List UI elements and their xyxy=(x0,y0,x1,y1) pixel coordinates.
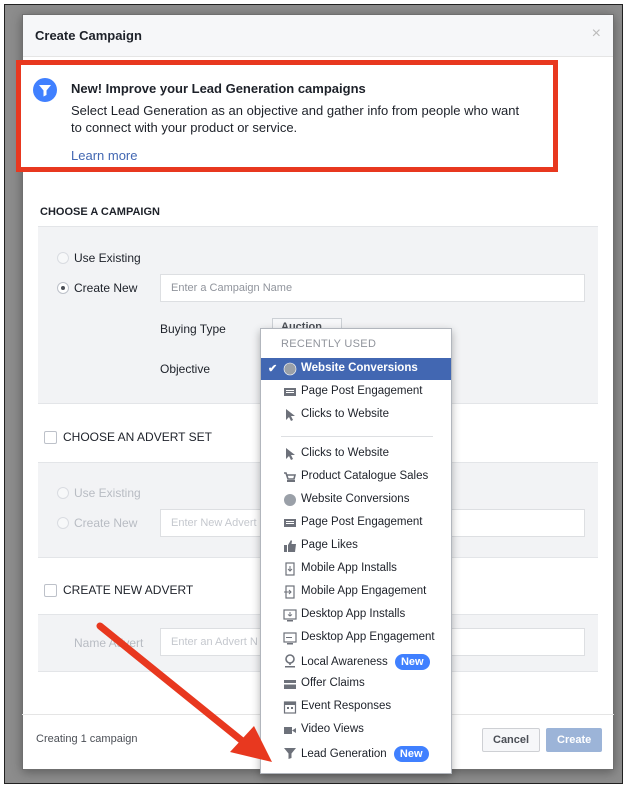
objective-option-product-catalogue-sales[interactable]: Product Catalogue Sales xyxy=(261,466,451,488)
option-label: Website Conversions xyxy=(301,362,418,374)
objective-option-website-conversions-all[interactable]: Website Conversions xyxy=(261,489,451,511)
desktop-install-icon xyxy=(283,609,297,622)
dropdown-header: RECENTLY USED xyxy=(281,338,377,350)
calendar-icon xyxy=(283,701,297,714)
objective-option-offer-claims[interactable]: Offer Claims xyxy=(261,673,451,695)
thumbs-up-icon xyxy=(284,540,296,552)
option-label: Lead Generation xyxy=(301,748,387,760)
funnel-icon xyxy=(284,748,296,759)
option-label: Video Views xyxy=(301,723,364,735)
objective-option-website-conversions[interactable]: ✔ Website Conversions xyxy=(261,358,451,380)
cursor-icon xyxy=(286,409,295,421)
objective-option-video-views[interactable]: Video Views xyxy=(261,719,451,741)
learn-more-link[interactable]: Learn more xyxy=(71,148,137,163)
objective-option-clicks-to-website-all[interactable]: Clicks to Website xyxy=(261,443,451,465)
map-pin-icon xyxy=(285,654,295,668)
objective-option-lead-generation[interactable]: Lead Generation New xyxy=(261,742,451,764)
option-label: Event Responses xyxy=(301,700,392,712)
option-label: Product Catalogue Sales xyxy=(301,470,429,482)
section-title-campaign: CHOOSE A CAMPAIGN xyxy=(40,206,160,218)
banner-title: New! Improve your Lead Generation campai… xyxy=(71,81,366,96)
option-label: Offer Claims xyxy=(301,677,365,689)
objective-option-page-likes[interactable]: Page Likes xyxy=(261,535,451,557)
create-button[interactable]: Create xyxy=(546,728,603,752)
create-new-campaign-label: Create New xyxy=(74,281,138,295)
option-label: Clicks to Website xyxy=(301,447,389,459)
option-label: Desktop App Engagement xyxy=(301,631,435,643)
create-new-advert-set-radio[interactable] xyxy=(57,517,69,529)
option-label: Page Post Engagement xyxy=(301,516,423,528)
post-icon xyxy=(284,519,296,527)
option-label: Page Post Engagement xyxy=(301,385,423,397)
use-existing-advert-set-label: Use Existing xyxy=(74,486,141,500)
advert-name-label: Name Advert xyxy=(74,636,144,650)
new-badge: New xyxy=(393,746,429,762)
option-label: Mobile App Engagement xyxy=(301,585,427,597)
objective-option-local-awareness[interactable]: Local Awareness New xyxy=(261,650,451,672)
cart-icon xyxy=(284,472,297,482)
buying-type-label: Buying Type xyxy=(160,322,226,336)
option-label: Desktop App Installs xyxy=(301,608,406,620)
globe-icon xyxy=(283,362,297,376)
section-title-advert: CREATE NEW ADVERT xyxy=(63,583,194,597)
objective-option-page-post-engagement[interactable]: Page Post Engagement xyxy=(261,381,451,403)
option-label: Local Awareness xyxy=(301,656,388,668)
use-existing-advert-set-radio[interactable] xyxy=(57,487,69,499)
cursor-icon xyxy=(286,448,295,460)
close-icon[interactable]: × xyxy=(592,25,601,43)
objective-option-mobile-app-installs[interactable]: Mobile App Installs xyxy=(261,558,451,580)
campaign-name-input[interactable]: Enter a Campaign Name xyxy=(160,274,585,302)
option-label: Page Likes xyxy=(301,539,358,551)
objective-label: Objective xyxy=(160,362,211,376)
dialog-header: Create Campaign × xyxy=(23,15,613,57)
footer-status: Creating 1 campaign xyxy=(36,733,138,745)
objective-option-desktop-app-engagement[interactable]: Desktop App Engagement xyxy=(261,627,451,649)
mobile-install-icon xyxy=(285,562,295,576)
use-existing-campaign-radio[interactable] xyxy=(57,252,69,264)
advert-checkbox[interactable] xyxy=(44,584,57,597)
section-title-advert-set: CHOOSE AN ADVERT SET xyxy=(63,430,212,444)
objective-option-clicks-to-website[interactable]: Clicks to Website xyxy=(261,404,451,426)
create-new-campaign-radio[interactable] xyxy=(57,282,69,294)
objective-option-desktop-app-installs[interactable]: Desktop App Installs xyxy=(261,604,451,626)
objective-option-event-responses[interactable]: Event Responses xyxy=(261,696,451,718)
option-label: Clicks to Website xyxy=(301,408,389,420)
offer-icon xyxy=(284,680,296,689)
mobile-engage-icon xyxy=(284,585,295,599)
dialog-title: Create Campaign xyxy=(35,28,142,43)
objective-option-page-post-engagement-all[interactable]: Page Post Engagement xyxy=(261,512,451,534)
video-icon xyxy=(284,727,296,734)
post-icon xyxy=(284,388,296,396)
objective-dropdown: RECENTLY USED ✔ Website Conversions Page… xyxy=(260,328,452,774)
globe-icon xyxy=(284,494,296,506)
create-new-advert-set-label: Create New xyxy=(74,516,138,530)
funnel-icon xyxy=(33,78,57,102)
desktop-engage-icon xyxy=(283,632,297,645)
banner-description: Select Lead Generation as an objective a… xyxy=(71,103,520,135)
dropdown-separator xyxy=(281,436,433,437)
advert-set-checkbox[interactable] xyxy=(44,431,57,444)
option-label: Website Conversions xyxy=(301,493,410,505)
option-label: Mobile App Installs xyxy=(301,562,397,574)
new-badge: New xyxy=(394,654,430,670)
objective-option-mobile-app-engagement[interactable]: Mobile App Engagement xyxy=(261,581,451,603)
cancel-button[interactable]: Cancel xyxy=(482,728,541,752)
use-existing-campaign-label: Use Existing xyxy=(74,251,141,265)
check-icon: ✔ xyxy=(268,363,278,375)
